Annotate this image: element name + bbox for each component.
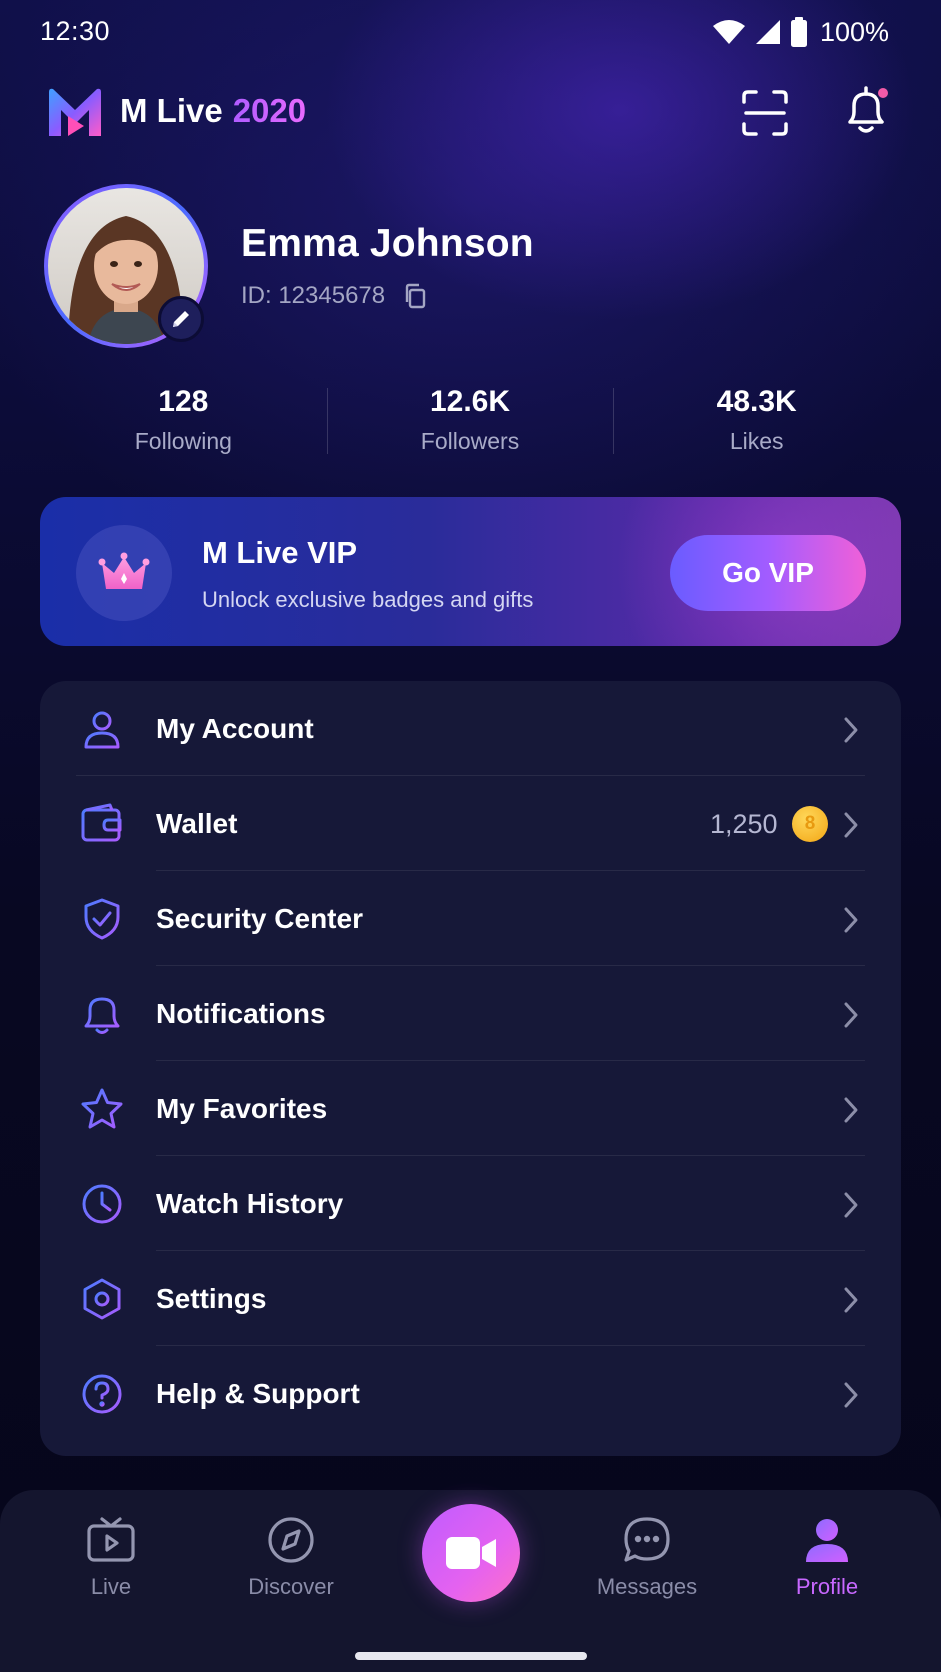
scan-button[interactable]	[740, 88, 790, 138]
tv-play-icon	[87, 1517, 135, 1562]
nav-label: Messages	[596, 1574, 698, 1599]
clock-icon	[82, 1184, 122, 1224]
chevron-right-icon	[844, 1097, 858, 1123]
menu-item-my-favorites[interactable]: My Favorites	[40, 1061, 901, 1156]
menu-item-wallet[interactable]: Wallet 1,250 8	[40, 776, 901, 871]
menu-item-security-center[interactable]: Security Center	[40, 871, 901, 966]
battery-percent: 100%	[819, 16, 889, 47]
menu-item-label: Settings	[156, 1283, 267, 1314]
nav-label: Live	[90, 1574, 132, 1599]
profile-name: Emma Johnson	[241, 222, 534, 265]
wifi-icon	[712, 20, 745, 44]
chevron-right-icon	[844, 1192, 858, 1218]
wallet-balance: 1,250	[710, 809, 778, 839]
vip-crown-badge	[76, 525, 172, 621]
menu-item-label: Watch History	[156, 1188, 344, 1219]
settings-menu: My Account Wallet 1,250 8 Security Cente…	[40, 681, 901, 1456]
stat-value: 128	[158, 385, 209, 418]
copy-icon[interactable]	[403, 283, 427, 309]
pencil-icon	[173, 311, 189, 327]
menu-item-watch-history[interactable]: Watch History	[40, 1156, 901, 1251]
home-indicator	[355, 1652, 587, 1660]
chevron-right-icon	[844, 907, 858, 933]
nav-label: Profile	[795, 1574, 859, 1599]
app-logo-icon	[49, 88, 101, 136]
stat-value: 12.6K	[429, 385, 511, 418]
compass-icon	[268, 1517, 314, 1563]
video-camera-icon	[446, 1537, 496, 1569]
app-title: M Live 2020	[120, 92, 306, 130]
profile-stats: 128 Following 12.6K Followers 48.3K Like…	[40, 380, 900, 460]
menu-item-label: Security Center	[156, 903, 363, 934]
menu-item-label: My Account	[156, 713, 314, 744]
menu-item-help-support[interactable]: Help & Support	[40, 1346, 901, 1441]
help-circle-icon	[82, 1374, 122, 1414]
chevron-right-icon	[844, 717, 858, 743]
chevron-right-icon	[844, 812, 858, 838]
status-time: 12:30	[40, 16, 111, 46]
signal-icon	[755, 20, 780, 44]
app-year: 2020	[232, 92, 307, 129]
stat-value: 48.3K	[716, 385, 797, 418]
menu-item-label: Notifications	[156, 998, 326, 1029]
wallet-icon	[81, 803, 122, 842]
chat-bubble-icon	[624, 1517, 670, 1562]
avatar[interactable]	[44, 184, 208, 348]
nav-label: Discover	[248, 1574, 334, 1599]
person-icon	[806, 1519, 848, 1562]
user-icon	[84, 711, 120, 749]
bottom-navigation: Live Discover Messages Profile	[0, 1490, 941, 1672]
stat-following[interactable]: 128 Following	[40, 380, 327, 460]
app-name: M Live	[120, 92, 223, 129]
go-vip-button[interactable]: Go VIP	[670, 535, 866, 611]
menu-item-my-account[interactable]: My Account	[40, 681, 901, 776]
menu-item-label: Wallet	[156, 808, 238, 839]
chevron-right-icon	[844, 1002, 858, 1028]
stat-label: Likes	[729, 428, 784, 454]
bell-icon	[84, 993, 120, 1034]
settings-hexagon-icon	[83, 1278, 121, 1320]
battery-icon	[790, 17, 807, 47]
menu-item-settings[interactable]: Settings	[40, 1251, 901, 1346]
vip-subtitle: Unlock exclusive badges and gifts	[202, 587, 534, 612]
scan-icon	[742, 90, 788, 136]
stat-label: Following	[134, 428, 232, 454]
nav-messages[interactable]: Messages	[572, 1516, 722, 1626]
nav-profile[interactable]: Profile	[752, 1516, 902, 1626]
vip-title: M Live VIP	[202, 535, 358, 570]
coin-icon: 8	[792, 806, 828, 842]
chevron-right-icon	[844, 1287, 858, 1313]
profile-id: ID: 12345678	[241, 282, 386, 309]
nav-live[interactable]: Live	[36, 1516, 186, 1626]
go-live-button[interactable]	[422, 1504, 520, 1602]
nav-discover[interactable]: Discover	[216, 1516, 366, 1626]
vip-banner[interactable]: M Live VIP Unlock exclusive badges and g…	[40, 497, 901, 646]
chevron-right-icon	[844, 1382, 858, 1408]
status-icons: 100%	[712, 14, 889, 50]
shield-check-icon	[84, 898, 120, 940]
stat-likes[interactable]: 48.3K Likes	[613, 380, 900, 460]
app-header: M Live 2020	[0, 78, 941, 148]
notification-dot	[876, 86, 890, 100]
stat-followers[interactable]: 12.6K Followers	[326, 380, 614, 460]
profile-id-row: ID: 12345678	[241, 282, 427, 310]
menu-item-notifications[interactable]: Notifications	[40, 966, 901, 1061]
star-icon	[81, 1088, 123, 1129]
menu-item-label: Help & Support	[156, 1378, 360, 1409]
stat-label: Followers	[420, 428, 520, 454]
notifications-button[interactable]	[842, 84, 894, 138]
menu-item-label: My Favorites	[156, 1093, 328, 1124]
edit-avatar-button[interactable]	[158, 296, 204, 342]
crown-icon	[98, 552, 150, 589]
status-bar: 12:30 100%	[0, 0, 941, 64]
